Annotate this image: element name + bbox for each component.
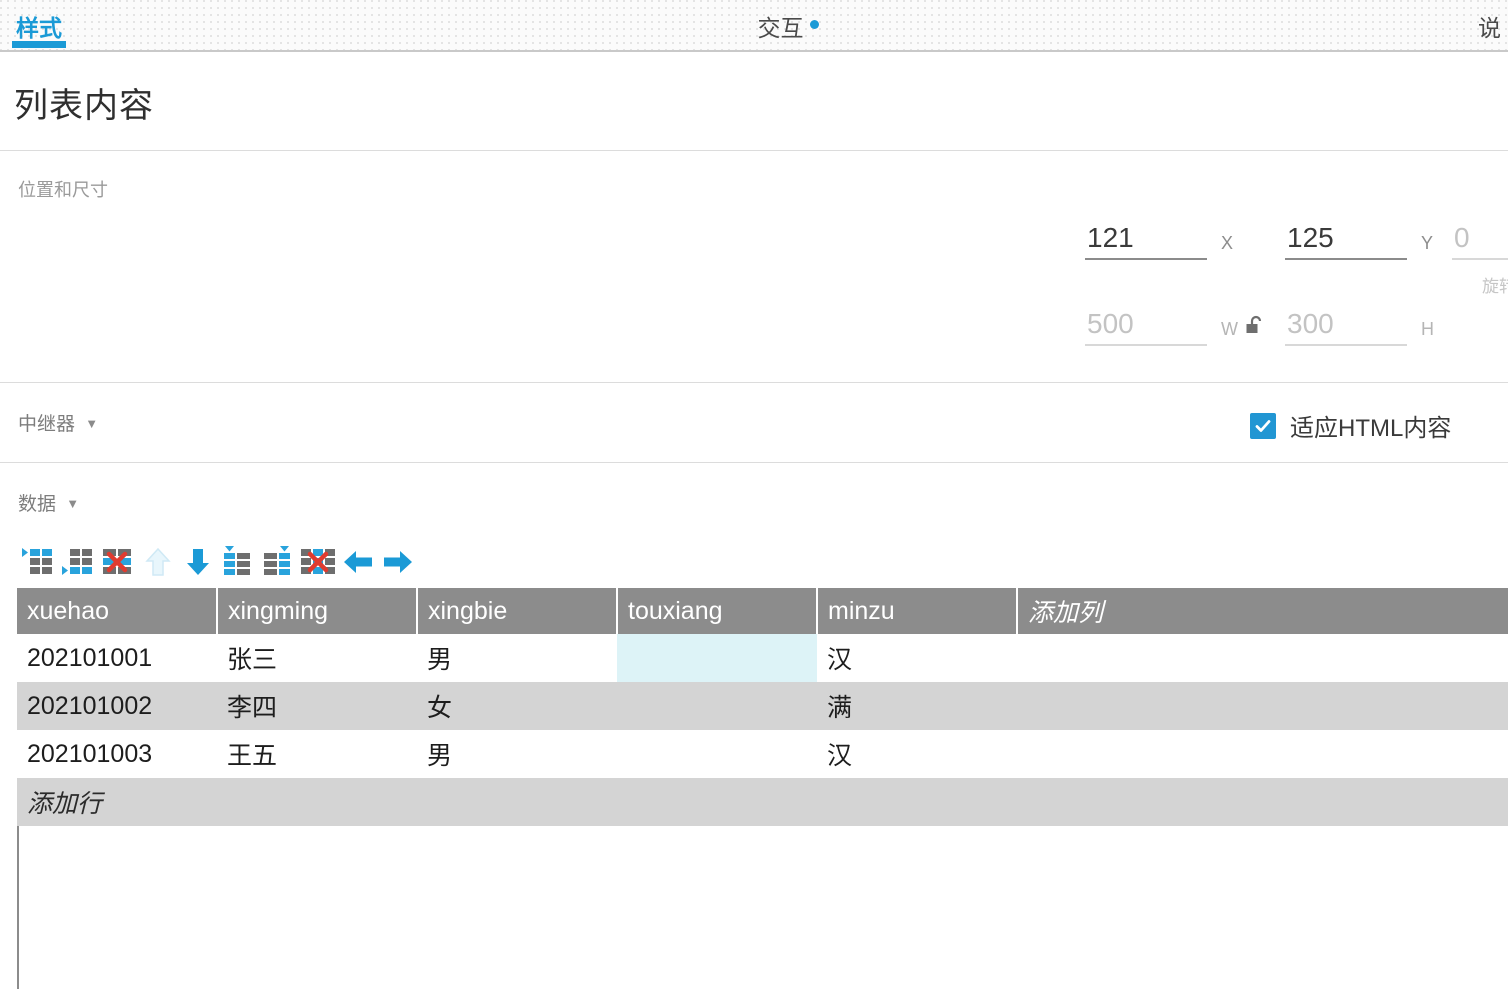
table-head: xuehao xingming xingbie touxiang minzu 添…: [17, 588, 1508, 634]
column-header-xuehao[interactable]: xuehao: [17, 588, 217, 634]
column-header-minzu[interactable]: minzu: [816, 588, 1017, 634]
y-unit-label: Y: [1421, 233, 1434, 253]
insert-column-left-icon[interactable]: [218, 540, 258, 584]
field-y[interactable]: Y: [1285, 222, 1433, 260]
tab-interactions[interactable]: 交互: [742, 0, 834, 52]
height-input[interactable]: [1285, 308, 1407, 346]
cell-xuehao[interactable]: 202101001: [17, 634, 217, 682]
move-row-up-icon[interactable]: [138, 540, 178, 584]
table-header-row: xuehao xingming xingbie touxiang minzu 添…: [17, 588, 1508, 634]
divider-position-size: [0, 382, 1508, 383]
tab-active-underline: [12, 41, 66, 48]
move-row-down-icon[interactable]: [178, 540, 218, 584]
cell-xingming[interactable]: 王五: [217, 730, 417, 778]
cell-xingbie[interactable]: 男: [417, 730, 617, 778]
table-row[interactable]: 202101002 李四 女 满: [17, 682, 1508, 730]
add-row-filler: [617, 778, 817, 826]
section-label-data[interactable]: 数据 ▼: [18, 489, 79, 516]
divider-title: [0, 150, 1508, 151]
chevron-down-icon: ▼: [66, 496, 80, 511]
section-repeater-text: 中继器: [18, 414, 76, 435]
field-height[interactable]: H: [1285, 308, 1434, 346]
tab-style-label: 样式: [16, 15, 62, 41]
table-row[interactable]: 202101003 王五 男 汉: [17, 730, 1508, 778]
add-row-filler: [417, 778, 617, 826]
cell-minzu[interactable]: 汉: [817, 730, 1017, 778]
y-input[interactable]: [1285, 222, 1407, 260]
cell-empty[interactable]: [1017, 682, 1508, 730]
page-title: 列表内容: [14, 87, 154, 125]
interaction-indicator-dot: [809, 19, 819, 29]
x-unit-label: X: [1221, 233, 1234, 253]
add-row-label: 添加行: [17, 778, 217, 826]
column-header-touxiang[interactable]: touxiang: [616, 588, 817, 634]
cell-touxiang[interactable]: [617, 730, 817, 778]
column-header-xingming[interactable]: xingming: [216, 588, 417, 634]
x-input[interactable]: [1085, 222, 1207, 260]
insert-row-above-icon[interactable]: [18, 540, 58, 584]
fit-html-content-checkbox[interactable]: 适应HTML内容: [1250, 408, 1451, 443]
rotation-label: 旋转: [1482, 277, 1508, 296]
cell-minzu[interactable]: 汉: [817, 634, 1017, 682]
add-row-filler: [217, 778, 417, 826]
cell-touxiang-selected[interactable]: [617, 634, 817, 682]
cell-xingbie[interactable]: 男: [417, 634, 617, 682]
rotation-input[interactable]: [1452, 222, 1508, 260]
table-body: 202101001 张三 男 汉 202101002 李四 女 满 202101: [17, 634, 1508, 826]
field-x[interactable]: X: [1085, 222, 1233, 260]
tab-notes[interactable]: 说: [1478, 0, 1508, 52]
cell-empty[interactable]: [1017, 730, 1508, 778]
field-rotation[interactable]: [1452, 222, 1508, 260]
data-table-container: xuehao xingming xingbie touxiang minzu 添…: [17, 588, 1508, 826]
cell-xuehao[interactable]: 202101003: [17, 730, 217, 778]
section-label-position-size: 位置和尺寸: [18, 180, 108, 200]
move-column-left-icon[interactable]: [338, 540, 378, 584]
tab-interactions-label: 交互: [757, 15, 804, 41]
add-row-filler: [1017, 778, 1508, 826]
tab-bar: 样式 交互 说: [0, 0, 1508, 52]
width-input[interactable]: [1085, 308, 1207, 346]
cell-xingming[interactable]: 张三: [217, 634, 417, 682]
tab-style[interactable]: 样式: [10, 0, 68, 52]
chevron-down-icon: ▼: [85, 416, 99, 431]
unlock-icon[interactable]: [1244, 313, 1268, 337]
move-column-right-icon[interactable]: [378, 540, 418, 584]
width-unit-label: W: [1221, 319, 1238, 339]
properties-panel: 样式 交互 说 列表内容 位置和尺寸 X Y 旋转 W: [0, 0, 1508, 989]
insert-column-right-icon[interactable]: [258, 540, 298, 584]
section-data-text: 数据: [18, 494, 57, 515]
data-table: xuehao xingming xingbie touxiang minzu 添…: [17, 588, 1508, 826]
add-column-button[interactable]: 添加列: [1016, 588, 1508, 634]
height-unit-label: H: [1421, 319, 1434, 339]
cell-xuehao[interactable]: 202101002: [17, 682, 217, 730]
tab-notes-label: 说: [1478, 15, 1501, 41]
data-table-toolbar: [18, 540, 418, 584]
cell-xingming[interactable]: 李四: [217, 682, 417, 730]
insert-row-below-icon[interactable]: [58, 540, 98, 584]
section-label-repeater[interactable]: 中继器 ▼: [18, 409, 98, 436]
fit-html-content-label: 适应HTML内容: [1290, 415, 1452, 442]
delete-column-icon[interactable]: [298, 540, 338, 584]
add-row-button[interactable]: 添加行: [17, 778, 1508, 826]
delete-row-icon[interactable]: [98, 540, 138, 584]
cell-touxiang[interactable]: [617, 682, 817, 730]
checkbox-checked-icon: [1250, 412, 1276, 439]
add-row-filler: [817, 778, 1017, 826]
column-header-xingbie[interactable]: xingbie: [416, 588, 617, 634]
cell-empty[interactable]: [1017, 634, 1508, 682]
cell-xingbie[interactable]: 女: [417, 682, 617, 730]
table-row[interactable]: 202101001 张三 男 汉: [17, 634, 1508, 682]
divider-repeater: [0, 462, 1508, 463]
cell-minzu[interactable]: 满: [817, 682, 1017, 730]
field-width[interactable]: W: [1085, 308, 1238, 346]
